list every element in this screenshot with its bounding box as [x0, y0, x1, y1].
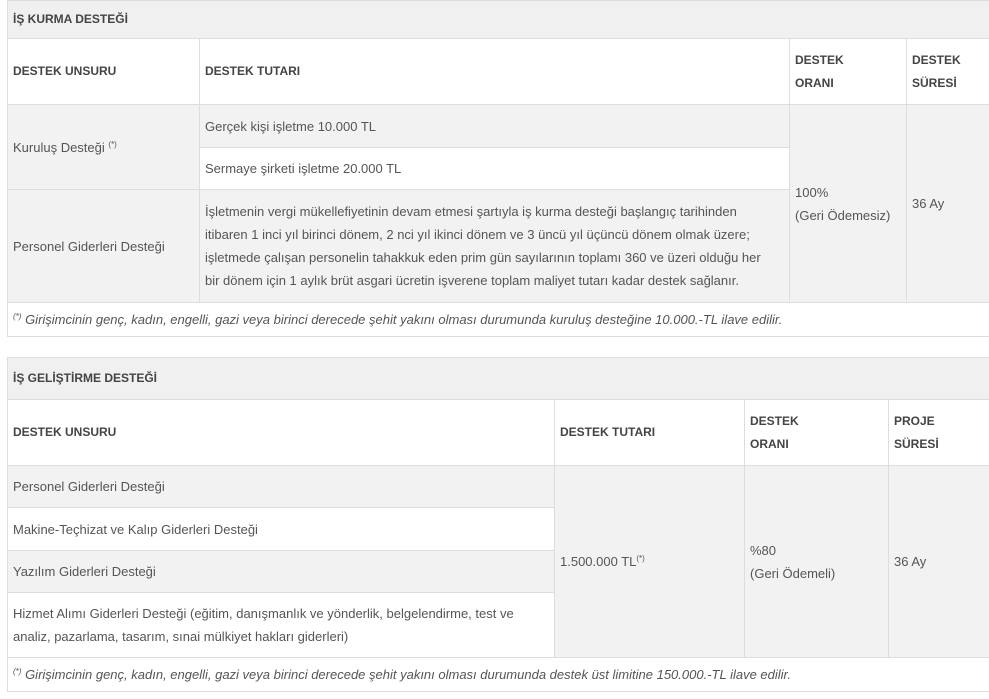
cell-destek-suresi: 36 Ay: [905, 104, 989, 303]
table-row: Personel Giderleri Desteği 1.500.000 TL(…: [7, 465, 989, 658]
header-line: SÜRESİ: [912, 75, 957, 90]
header-line: ORANI: [795, 75, 834, 90]
header-destek-tutari: DESTEK TUTARI: [554, 399, 745, 466]
text-line: işletmede çalışan personelin tahakkuk ed…: [205, 250, 761, 265]
text-line: bir dönem için 1 aylık brüt asgari ücret…: [205, 273, 739, 288]
section-title-row: İŞ KURMA DESTEĞİ: [6, 0, 989, 39]
oran-value: %80: [750, 542, 777, 558]
cell-makine-techizat: Makine-Teçhizat ve Kalıp Giderleri Deste…: [7, 507, 555, 551]
footnote: (*) Girişimcinin genç, kadın, engelli, g…: [6, 657, 989, 692]
is-kurma-destegi-table: İŞ KURMA DESTEĞİ DESTEK UNSURU DESTEK TU…: [6, 0, 989, 337]
footnote-mark: (*): [636, 554, 645, 563]
cell-personel-tutar: İşletmenin vergi mükellefiyetinin devam …: [199, 189, 790, 303]
cell-tutar-sermaye-sirketi: Sermaye şirketi işletme 20.000 TL: [199, 147, 790, 190]
header-destek-suresi: DESTEK SÜRESİ: [905, 38, 989, 105]
cell-yazilim-giderleri: Yazılım Giderleri Desteği: [7, 550, 555, 593]
cell-destek-orani: %80 (Geri Ödemeli): [744, 465, 889, 658]
text-line: İşletmenin vergi mükellefiyetinin devam …: [205, 204, 737, 219]
cell-personel-giderleri: Personel Giderleri Desteği: [7, 465, 555, 508]
header-row: DESTEK UNSURU DESTEK TUTARI DESTEK ORANI…: [7, 38, 989, 105]
cell-tutar-gercek-kisi: Gerçek kişi işletme 10.000 TL: [199, 104, 790, 148]
header-destek-orani: DESTEK ORANI: [789, 38, 907, 105]
text-line: analiz, pazarlama, tasarım, sınai mülkiy…: [13, 629, 349, 644]
table-row: Kuruluş Desteği (*) Gerçek kişi işletme …: [7, 104, 989, 303]
cell-proje-suresi: 36 Ay: [887, 465, 989, 658]
header-line: DESTEK: [912, 52, 961, 67]
footnote-text: Girişimcinin genç, kadın, engelli, gazi …: [21, 667, 792, 682]
footnote-mark: (*): [108, 139, 117, 149]
footnote-text: Girişimcinin genç, kadın, engelli, gazi …: [21, 312, 783, 327]
header-line: ORANI: [750, 436, 789, 451]
footnote-row: (*) Girişimcinin genç, kadın, engelli, g…: [6, 657, 989, 692]
header-line: DESTEK: [750, 413, 799, 428]
section-title: İŞ KURMA DESTEĞİ: [6, 0, 989, 39]
oran-note: (Geri Ödemesiz): [795, 207, 891, 223]
cell-destek-tutari: 1.500.000 TL(*): [554, 465, 745, 658]
header-line: DESTEK: [795, 52, 844, 67]
header-line: SÜRESİ: [894, 436, 939, 451]
oran-value: 100%: [795, 184, 829, 200]
tutar-value: 1.500.000 TL: [560, 554, 637, 569]
header-row: DESTEK UNSURU DESTEK TUTARI DESTEK ORANI…: [7, 399, 989, 466]
section-title: İŞ GELİŞTİRME DESTEĞİ: [6, 357, 989, 400]
header-line: PROJE: [894, 413, 935, 428]
header-destek-unsuru: DESTEK UNSURU: [7, 38, 200, 105]
page: İŞ KURMA DESTEĞİ DESTEK UNSURU DESTEK TU…: [0, 0, 989, 699]
cell-hizmet-alimi: Hizmet Alımı Giderleri Desteği (eğitim, …: [7, 592, 555, 658]
section-title-row: İŞ GELİŞTİRME DESTEĞİ: [6, 357, 989, 400]
footnote: (*) Girişimcinin genç, kadın, engelli, g…: [6, 302, 989, 337]
cell-text: Kuruluş Desteği: [13, 139, 105, 155]
header-proje-suresi: PROJE SÜRESİ: [887, 399, 989, 466]
cell-personel-giderleri: Personel Giderleri Desteği: [7, 189, 200, 303]
footnote-row: (*) Girişimcinin genç, kadın, engelli, g…: [6, 302, 989, 337]
oran-note: (Geri Ödemeli): [750, 565, 836, 581]
cell-kurulus-destegi: Kuruluş Desteği (*): [7, 104, 200, 190]
text-line: itibaren 1 inci yıl birinci dönem, 2 nci…: [205, 227, 750, 242]
cell-destek-orani: 100% (Geri Ödemesiz): [789, 104, 907, 303]
text-line: Hizmet Alımı Giderleri Desteği (eğitim, …: [13, 606, 514, 621]
header-destek-tutari: DESTEK TUTARI: [199, 38, 790, 105]
header-destek-orani: DESTEK ORANI: [744, 399, 889, 466]
header-destek-unsuru: DESTEK UNSURU: [7, 399, 555, 466]
is-gelistirme-destegi-table: İŞ GELİŞTİRME DESTEĞİ DESTEK UNSURU DEST…: [6, 357, 989, 692]
